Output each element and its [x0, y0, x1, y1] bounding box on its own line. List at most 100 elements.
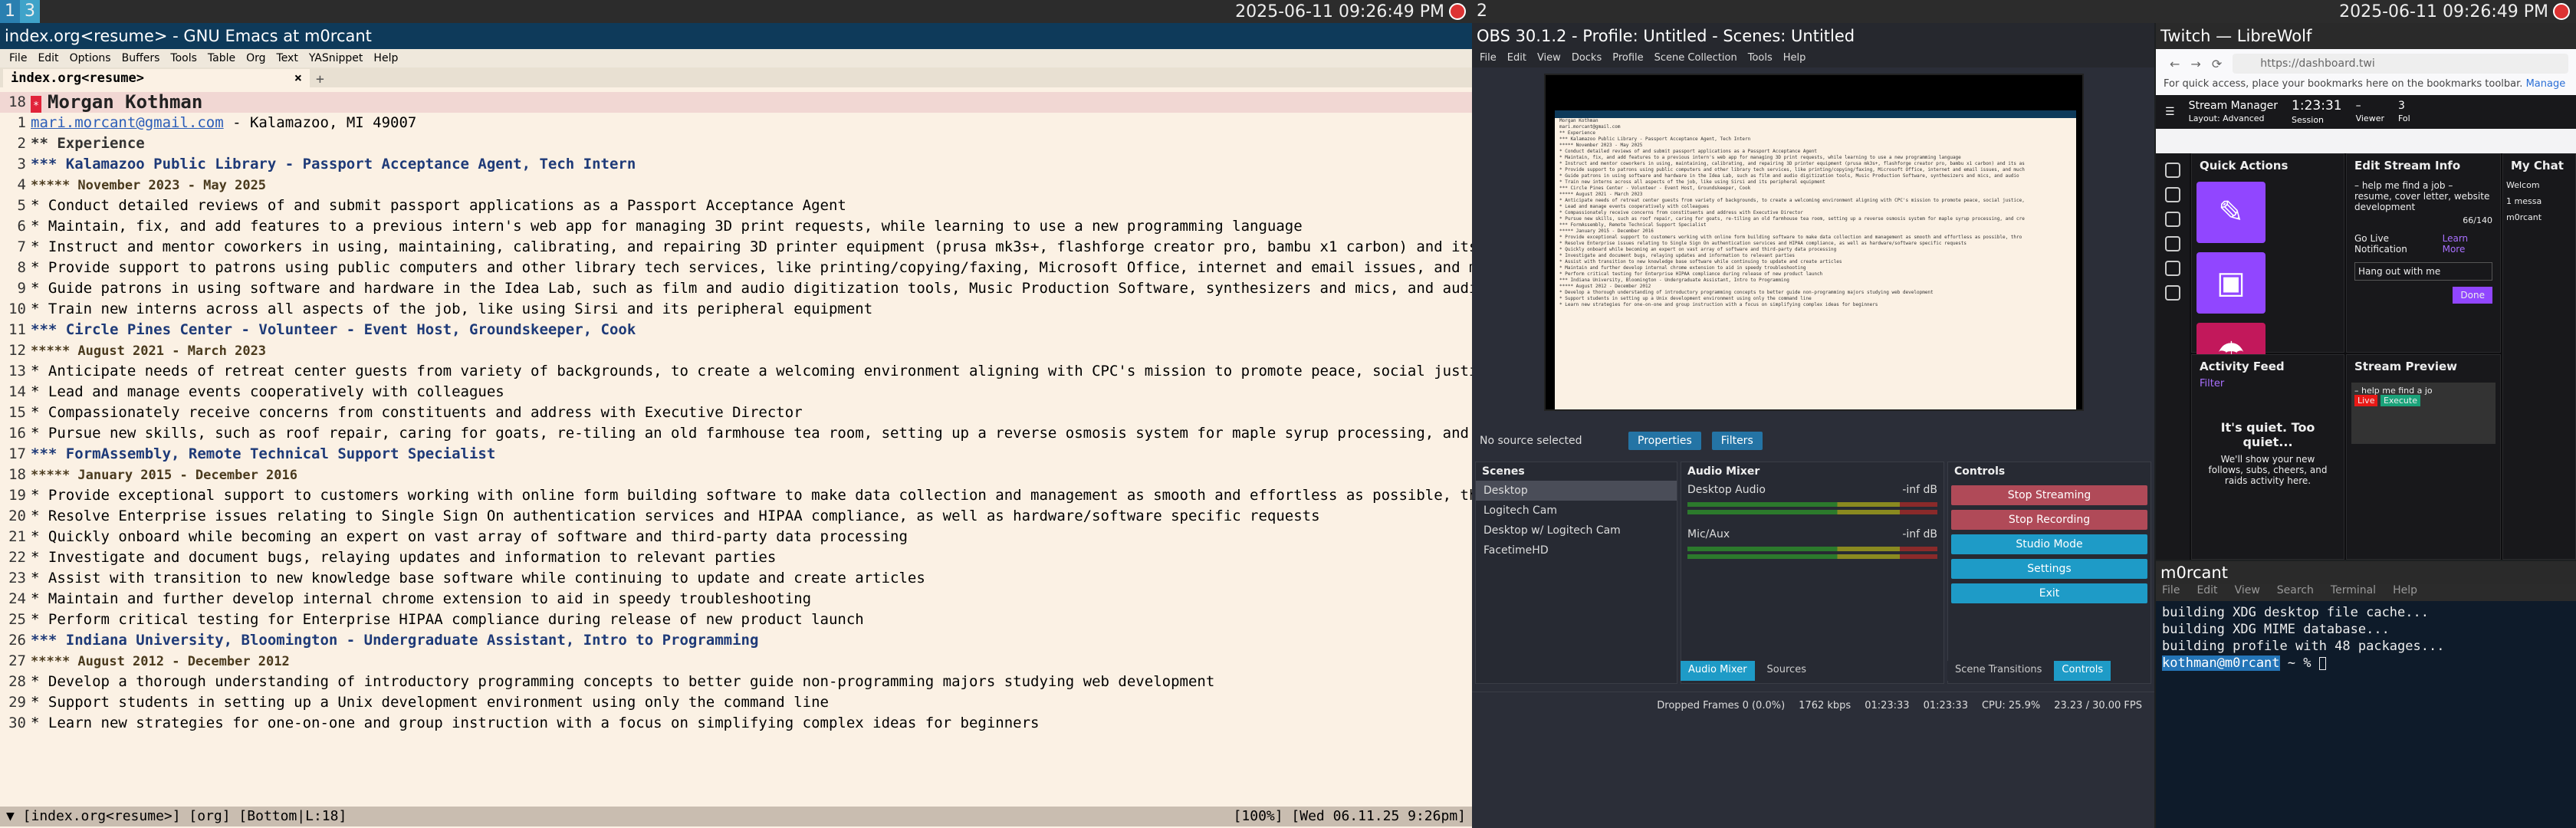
term-menu-edit[interactable]: Edit	[2196, 584, 2217, 601]
tab-scene-transitions[interactable]: Scene Transitions	[1947, 661, 2050, 681]
line-number: 27	[8, 652, 26, 669]
line-text: ***** November 2023 - May 2025	[31, 175, 1472, 196]
tab-sources[interactable]: Sources	[1759, 661, 1814, 681]
preview-line: * Lead and manage events cooperatively w…	[1559, 204, 1710, 209]
scene-item[interactable]: Desktop w/ Logitech Cam	[1476, 521, 1677, 540]
obs-menu-tools[interactable]: Tools	[1748, 52, 1773, 64]
menu-table[interactable]: Table	[208, 52, 235, 64]
menu-edit[interactable]: Edit	[38, 52, 58, 64]
term-menu-help[interactable]: Help	[2393, 584, 2417, 601]
edit-stream-info-panel: Edit Stream Info – help me find a job – …	[2346, 153, 2501, 353]
clip-icon[interactable]: ▣	[2196, 252, 2266, 314]
desktop-audio-slider[interactable]	[1687, 510, 1937, 514]
tray-icon[interactable]	[1449, 3, 1466, 20]
tab-close-icon[interactable]: ×	[294, 71, 302, 86]
done-button[interactable]: Done	[2453, 287, 2492, 304]
menu-icon[interactable]: ☰	[2165, 106, 2175, 118]
stop-recording-button[interactable]: Stop Recording	[1951, 510, 2147, 530]
menu-text[interactable]: Text	[277, 52, 298, 64]
buffer-line: 12 ***** August 2021 - March 2023	[0, 340, 1472, 361]
menu-help[interactable]: Help	[373, 52, 398, 64]
settings-button[interactable]: Settings	[1951, 559, 2147, 579]
rail-icon[interactable]	[2165, 261, 2180, 276]
line-content[interactable]: mari.morcant@gmail.com	[31, 114, 224, 131]
line-number: 29	[8, 694, 26, 711]
char-count: 66/140	[2463, 215, 2492, 225]
obs-menu-view[interactable]: View	[1537, 52, 1561, 64]
menu-file[interactable]: File	[9, 52, 27, 64]
mic-slider[interactable]	[1687, 554, 1937, 559]
session-time: 1:23:31	[2292, 98, 2342, 113]
preview-line: * Anticipate needs of retreat center gue…	[1559, 198, 2025, 203]
scenes-title: Scenes	[1482, 465, 1525, 478]
preview-line: * Provide exceptional support to custome…	[1559, 235, 2022, 240]
back-icon[interactable]: ←	[2170, 57, 2180, 71]
scene-item[interactable]: FacetimeHD	[1476, 540, 1677, 560]
emacs-tab[interactable]: index.org<resume> ×	[3, 69, 310, 87]
preview-line: ** Experience	[1559, 130, 1595, 136]
term-menu-terminal[interactable]: Terminal	[2331, 584, 2376, 601]
menu-options[interactable]: Options	[70, 52, 111, 64]
terminal-output[interactable]: building XDG desktop file cache... build…	[2156, 601, 2576, 672]
info-text[interactable]: – help me find a job – resume, cover let…	[2347, 177, 2500, 215]
buffer-line: 5 * Conduct detailed reviews of and subm…	[0, 196, 1472, 216]
scene-item[interactable]: Desktop	[1476, 481, 1677, 501]
menu-org[interactable]: Org	[246, 52, 265, 64]
rail-icon[interactable]	[2165, 285, 2180, 301]
obs-menu-help[interactable]: Help	[1783, 52, 1806, 64]
stop-streaming-button[interactable]: Stop Streaming	[1951, 485, 2147, 505]
chat-line-3: m0rcant	[2506, 212, 2542, 222]
rail-icon[interactable]	[2165, 212, 2180, 227]
term-menu-search[interactable]: Search	[2277, 584, 2314, 601]
line-content: * Learn new strategies for one-on-one an…	[31, 715, 1040, 731]
preview-line: ***** January 2015 - December 2016	[1559, 228, 1654, 234]
bookmarks-hint: For quick access, place your bookmarks h…	[2164, 78, 2523, 90]
tab-controls[interactable]: Controls	[2054, 661, 2111, 681]
line-text: * Quickly onboard while becoming an expe…	[31, 527, 1472, 547]
obs-preview[interactable]: Morgan Kothman mari.morcant@gmail.com ** E…	[1544, 74, 2084, 411]
rail-icon[interactable]	[2165, 163, 2180, 178]
filters-button[interactable]: Filters	[1711, 432, 1763, 450]
emacs-buffer[interactable]: 18 * Morgan Kothman 1 mari.morcant@gmail.com…	[0, 92, 1472, 734]
filter-button[interactable]: Filter	[2192, 378, 2344, 389]
reload-icon[interactable]: ⟳	[2212, 57, 2222, 71]
scene-item[interactable]: Logitech Cam	[1476, 501, 1677, 521]
tab-label: index.org<resume>	[11, 71, 144, 86]
preview-thumbnail[interactable]: – help me find a jo Live Execute	[2351, 383, 2496, 444]
menu-yasnippet[interactable]: YASnippet	[309, 52, 363, 64]
forward-icon[interactable]: →	[2190, 57, 2200, 71]
obs-menu-edit[interactable]: Edit	[1507, 52, 1526, 64]
tab-audio-mixer[interactable]: Audio Mixer	[1681, 661, 1755, 681]
obs-menu-file[interactable]: File	[1480, 52, 1497, 64]
mic-meter	[1687, 547, 1937, 551]
preview-line: * Develop a thorough understanding of in…	[1559, 290, 1934, 295]
properties-button[interactable]: Properties	[1628, 432, 1701, 450]
workspace-3[interactable]: 3	[20, 0, 40, 23]
term-menu-view[interactable]: View	[2235, 584, 2260, 601]
preview-line: ***** August 2021 - March 2023	[1559, 192, 1643, 197]
tray-icon-2[interactable]	[2553, 3, 2570, 20]
exit-button[interactable]: Exit	[1951, 583, 2147, 603]
learn-more-link[interactable]: Learn More	[2443, 233, 2492, 255]
manage-link[interactable]: Manage	[2526, 78, 2566, 90]
rail-icon[interactable]	[2165, 187, 2180, 202]
new-tab-button[interactable]: +	[316, 71, 324, 87]
pencil-icon[interactable]: ✎	[2196, 182, 2266, 243]
line-number: 20	[8, 508, 26, 524]
rail-icon[interactable]	[2165, 236, 2180, 251]
obs-menu-scene-collection[interactable]: Scene Collection	[1654, 52, 1737, 64]
term-menu-file[interactable]: File	[2162, 584, 2180, 601]
url-bar[interactable]: https://dashboard.twi	[2233, 54, 2568, 74]
studio-mode-button[interactable]: Studio Mode	[1951, 534, 2147, 554]
golive-input[interactable]: Hang out with me	[2354, 262, 2492, 281]
line-text: *** Circle Pines Center - Volunteer - Ev…	[31, 320, 1472, 340]
workspace-1[interactable]: 1	[0, 0, 20, 23]
menu-tools[interactable]: Tools	[170, 52, 197, 64]
org-star-icon: *	[31, 95, 41, 113]
line-content: * Instruct and mentor coworkers in using…	[31, 238, 1472, 255]
workspace-2[interactable]: 2	[1472, 0, 1492, 23]
obs-menu-profile[interactable]: Profile	[1612, 52, 1643, 64]
menu-buffers[interactable]: Buffers	[122, 52, 160, 64]
obs-menu-docks[interactable]: Docks	[1572, 52, 1602, 64]
preview-line: *** Indiana University, Bloomington - Un…	[1559, 278, 1789, 283]
